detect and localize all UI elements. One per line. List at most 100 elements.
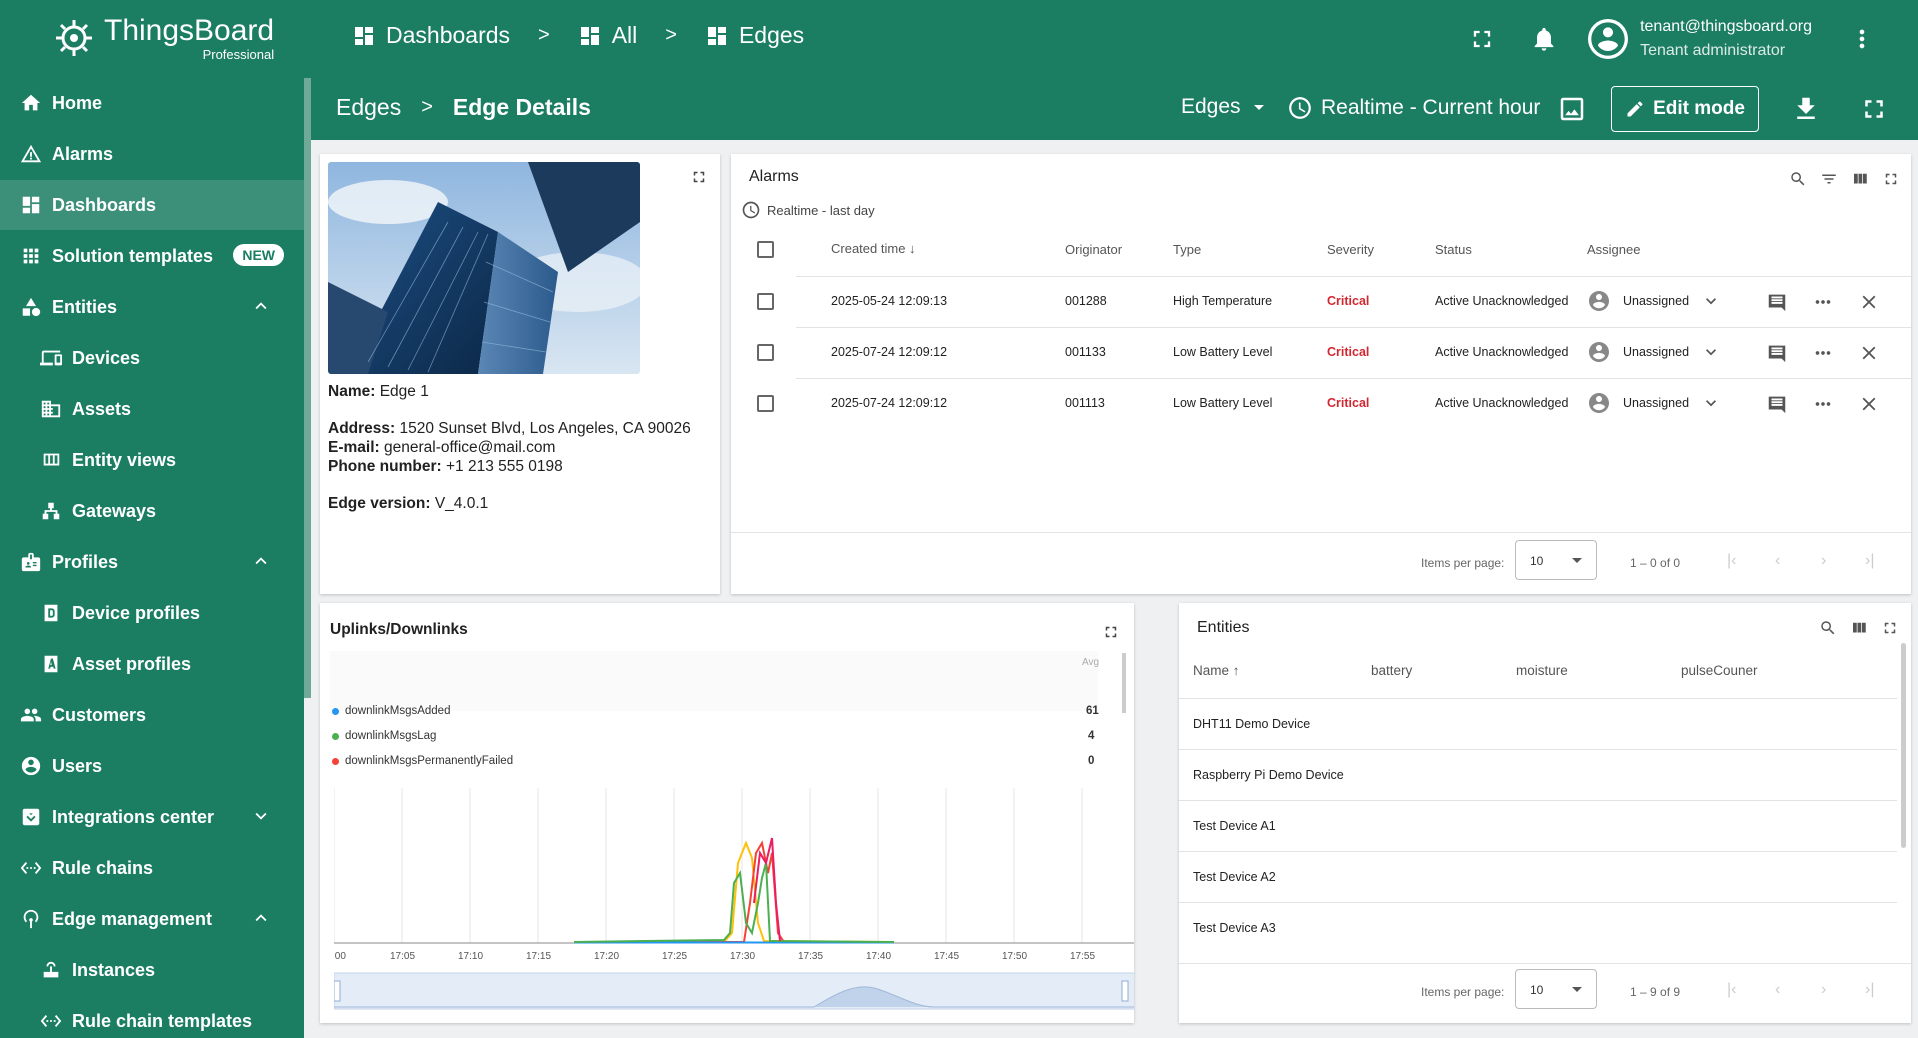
table-row[interactable]: Test Device A1 — [1179, 801, 1897, 851]
legend-item[interactable]: downlinkMsgsLag — [332, 730, 436, 742]
column-pulsecouner[interactable]: pulseCouner — [1681, 663, 1758, 678]
last-page-icon[interactable]: ›| — [1865, 981, 1874, 999]
legend-item[interactable]: downlinkMsgsAdded — [332, 705, 450, 717]
alarms-timewindow[interactable]: Realtime - last day — [741, 200, 875, 220]
sidebar-scrollbar[interactable] — [304, 78, 311, 698]
sidebar-item-customers[interactable]: Customers — [0, 690, 304, 740]
table-row[interactable]: Test Device A3 — [1179, 903, 1897, 953]
columns-icon[interactable] — [1850, 619, 1868, 637]
column-originator[interactable]: Originator — [1065, 242, 1122, 257]
prev-page-icon[interactable]: ‹ — [1775, 981, 1780, 999]
column-moisture[interactable]: moisture — [1516, 663, 1568, 678]
assignee-select[interactable]: Unassigned — [1587, 289, 1721, 313]
sidebar-item-rule-chains[interactable]: Rule chains — [0, 843, 304, 893]
row-checkbox[interactable] — [757, 293, 774, 310]
sidebar-item-assets[interactable]: Assets — [0, 384, 304, 434]
table-row[interactable]: 2025-07-24 12:09:12 001113 Low Battery L… — [731, 379, 1911, 429]
sidebar-item-profiles[interactable]: Profiles — [0, 537, 304, 587]
sidebar-item-entities[interactable]: Entities — [0, 282, 304, 332]
dashboard-fullscreen-button[interactable] — [1859, 94, 1889, 124]
row-checkbox[interactable] — [757, 395, 774, 412]
table-row[interactable]: DHT11 Demo Device — [1179, 699, 1897, 749]
bell-icon[interactable] — [1530, 25, 1558, 53]
more-horiz-icon[interactable] — [1812, 291, 1834, 313]
comment-icon[interactable] — [1766, 291, 1788, 313]
sidebar-item-edge-management[interactable]: Edge management — [0, 894, 304, 944]
close-icon[interactable] — [1858, 393, 1880, 415]
table-row[interactable]: Test Device A2 — [1179, 852, 1897, 902]
column-created-time[interactable]: Created time ↓ — [831, 241, 916, 256]
edit-mode-button[interactable]: Edit mode — [1611, 86, 1759, 132]
next-page-icon[interactable]: › — [1821, 981, 1826, 999]
more-vert-icon[interactable] — [1848, 25, 1876, 53]
fullscreen-icon[interactable] — [1468, 25, 1496, 53]
column-name[interactable]: Name ↑ — [1193, 663, 1240, 678]
zoom-handle-left[interactable] — [334, 980, 341, 1002]
first-page-icon[interactable]: |‹ — [1727, 552, 1736, 570]
column-battery[interactable]: battery — [1371, 663, 1412, 678]
sidebar-item-instances[interactable]: Instances — [0, 945, 304, 995]
sidebar-item-alarms[interactable]: Alarms — [0, 129, 304, 179]
zoom-slider[interactable] — [334, 972, 1134, 1010]
assignee-select[interactable]: Unassigned — [1587, 340, 1721, 364]
sidebar-item-users[interactable]: Users — [0, 741, 304, 791]
breadcrumb-all[interactable]: All — [578, 22, 637, 49]
select-all-checkbox[interactable] — [757, 241, 774, 258]
legend-scrollbar[interactable] — [1122, 653, 1126, 713]
fullscreen-icon[interactable] — [1882, 170, 1900, 188]
sidebar-item-solution-templates[interactable]: Solution templates NEW — [0, 231, 304, 281]
timeseries-chart[interactable]: :00 17:05 17:10 17:15 17:20 17:25 17:30 … — [334, 783, 1134, 1023]
sidebar-item-asset-profiles[interactable]: Asset profiles — [0, 639, 304, 689]
fullscreen-icon[interactable] — [1881, 619, 1899, 637]
table-row[interactable]: Raspberry Pi Demo Device — [1179, 750, 1897, 800]
assignee-select[interactable]: Unassigned — [1587, 391, 1721, 415]
next-page-icon[interactable]: › — [1821, 552, 1826, 570]
sidebar-item-entity-views[interactable]: Entity views — [0, 435, 304, 485]
search-icon[interactable] — [1789, 170, 1807, 188]
column-assignee[interactable]: Assignee — [1587, 242, 1640, 257]
more-horiz-icon[interactable] — [1812, 393, 1834, 415]
cell-created-time: 2025-05-24 12:09:13 — [831, 294, 948, 308]
close-icon[interactable] — [1858, 342, 1880, 364]
comment-icon[interactable] — [1766, 393, 1788, 415]
breadcrumb-edges[interactable]: Edges — [705, 22, 804, 49]
prev-page-icon[interactable]: ‹ — [1775, 552, 1780, 570]
sidebar-item-devices[interactable]: Devices — [0, 333, 304, 383]
entities-scrollbar[interactable] — [1901, 643, 1906, 848]
more-horiz-icon[interactable] — [1812, 342, 1834, 364]
sidebar-item-dashboards[interactable]: Dashboards — [0, 180, 304, 230]
items-per-page-select[interactable]: 10 — [1515, 969, 1597, 1009]
sidebar-item-gateways[interactable]: Gateways — [0, 486, 304, 536]
image-export-button[interactable] — [1557, 94, 1587, 124]
state-select[interactable]: Edges — [1181, 95, 1271, 119]
last-page-icon[interactable]: ›| — [1865, 552, 1874, 570]
edge-email-row: E-mail: general-office@mail.com — [328, 438, 691, 457]
sidebar-item-home[interactable]: Home — [0, 78, 304, 128]
download-button[interactable] — [1791, 94, 1821, 124]
sidebar-item-device-profiles[interactable]: Device profiles — [0, 588, 304, 638]
widget-fullscreen-icon[interactable] — [1102, 623, 1120, 641]
column-severity[interactable]: Severity — [1327, 242, 1374, 257]
row-checkbox[interactable] — [757, 344, 774, 361]
table-row[interactable]: 2025-07-24 12:09:12 001133 Low Battery L… — [731, 328, 1911, 378]
legend-item[interactable]: downlinkMsgsPermanentlyFailed — [332, 755, 513, 767]
zoom-handle-right[interactable] — [1121, 980, 1129, 1002]
widget-fullscreen-icon[interactable] — [690, 168, 708, 186]
close-icon[interactable] — [1858, 291, 1880, 313]
sidebar-item-rule-chain-templates[interactable]: Rule chain templates — [0, 996, 304, 1038]
user-menu[interactable]: tenant@thingsboard.org Tenant administra… — [1588, 18, 1812, 60]
filter-icon[interactable] — [1820, 170, 1838, 188]
app-logo[interactable]: ThingsBoard Professional — [50, 14, 274, 62]
first-page-icon[interactable]: |‹ — [1727, 981, 1736, 999]
comment-icon[interactable] — [1766, 342, 1788, 364]
column-status[interactable]: Status — [1435, 242, 1472, 257]
columns-icon[interactable] — [1851, 170, 1869, 188]
table-row[interactable]: 2025-05-24 12:09:13 001288 High Temperat… — [731, 277, 1911, 327]
breadcrumb-edges-state[interactable]: Edges — [336, 94, 401, 121]
items-per-page-select[interactable]: 10 — [1515, 540, 1597, 580]
timewindow-button[interactable]: Realtime - Current hour — [1287, 95, 1540, 121]
sidebar-item-integrations-center[interactable]: Integrations center — [0, 792, 304, 842]
search-icon[interactable] — [1819, 619, 1837, 637]
column-type[interactable]: Type — [1173, 242, 1201, 257]
breadcrumb-dashboards[interactable]: Dashboards — [352, 22, 510, 49]
